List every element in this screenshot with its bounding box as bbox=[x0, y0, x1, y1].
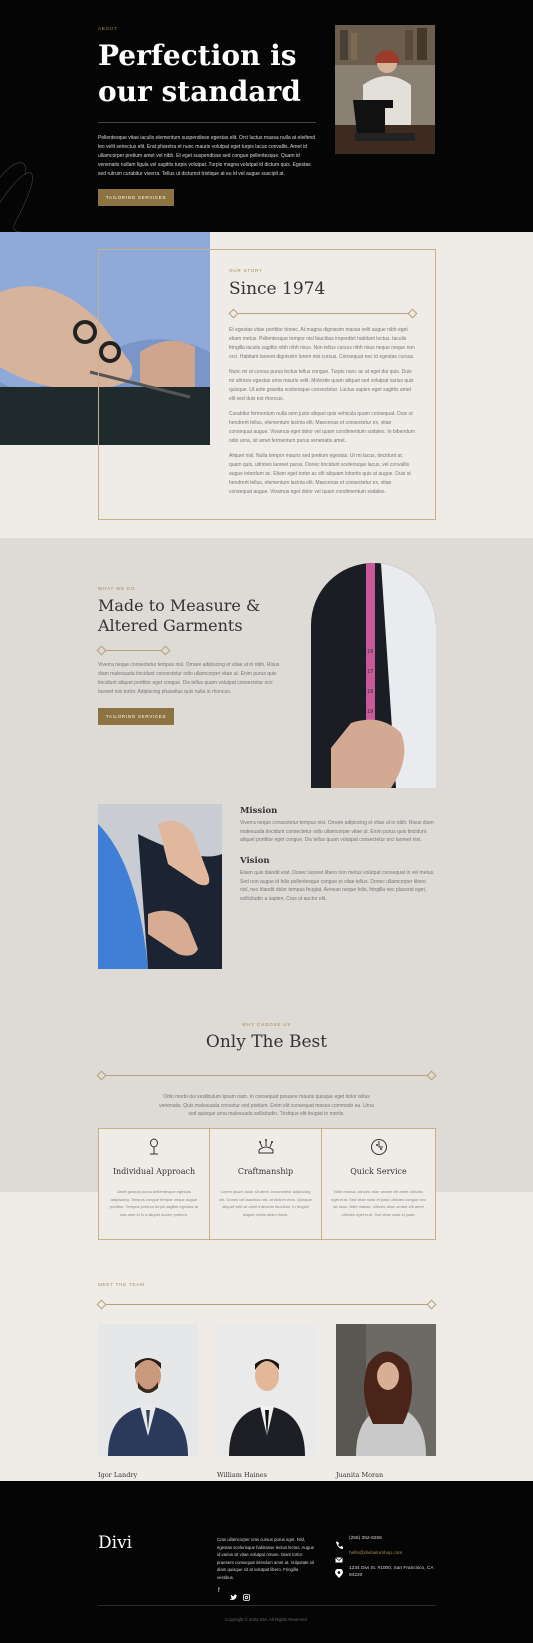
footer-address: 1234 Divi St. #1000, San Francisco, CA 9… bbox=[349, 1566, 434, 1578]
story-paragraph: Nunc mi ut cursus purus lectus tellus co… bbox=[229, 369, 414, 402]
why-title: Only The Best bbox=[205, 1032, 328, 1052]
member-name: William Haines bbox=[217, 1471, 267, 1479]
button-icon bbox=[370, 1139, 387, 1155]
mission-title: Mission bbox=[240, 806, 278, 816]
hero-kicker: ABOUT bbox=[98, 26, 118, 31]
why-kicker: WHY CHOOSE US bbox=[241, 1022, 292, 1027]
story-paragraph: Et egestas vitae porttitor donec. At mag… bbox=[229, 327, 415, 360]
mannequin-icon bbox=[150, 1138, 158, 1155]
services-kicker: WHAT WE DO bbox=[98, 586, 136, 591]
footer-text: Cras ullamcorper cras cursus purus eget.… bbox=[217, 1537, 315, 1580]
feature-title: Craftmanship bbox=[237, 1167, 294, 1176]
story-paragraph: Curabitur fermentum nulla sem justo aliq… bbox=[229, 411, 415, 444]
mission-text: Viverra neque consectetur tempus nisl. O… bbox=[240, 820, 434, 843]
suit-fitting-photo bbox=[98, 804, 222, 969]
twitter-icon[interactable] bbox=[230, 1588, 237, 1600]
member-name: Igor Landry bbox=[98, 1471, 138, 1479]
vision-text: Etiam quis blandit erat. Donec laoreet l… bbox=[240, 870, 435, 902]
svg-text:19: 19 bbox=[367, 709, 373, 715]
team-photo bbox=[336, 1324, 436, 1456]
tailoring-services-button[interactable]: TAILORING SERVICES bbox=[98, 189, 174, 206]
hero-title: Perfection is our standard bbox=[98, 39, 301, 108]
location-pin-icon bbox=[335, 1565, 343, 1578]
hero-divider bbox=[98, 122, 316, 123]
team-member: Juanita Moran Tailor / Seamstress bbox=[336, 1324, 436, 1489]
svg-text:17: 17 bbox=[367, 669, 373, 675]
facebook-icon[interactable]: f bbox=[218, 1588, 220, 1594]
team-photo bbox=[217, 1324, 317, 1456]
services-divider bbox=[101, 650, 166, 651]
thread-decoration bbox=[0, 162, 33, 232]
hero-text: Pellentesque vitae iaculis elementum sus… bbox=[98, 135, 316, 177]
team-member: William Haines Tailor / Dressmaker bbox=[217, 1324, 317, 1489]
why-divider bbox=[101, 1075, 432, 1076]
vision-title: Vision bbox=[240, 856, 270, 866]
svg-text:16: 16 bbox=[367, 649, 373, 655]
footer-phone[interactable]: (255) 352-6258 bbox=[349, 1536, 382, 1541]
pincushion-icon bbox=[258, 1139, 273, 1154]
email-icon bbox=[335, 1551, 343, 1563]
feature-quick-service: Quick Service Nibh massa, ultrices vitae… bbox=[322, 1128, 436, 1240]
svg-text:18: 18 bbox=[367, 689, 373, 695]
hero-section: ABOUT Perfection is our standard Pellent… bbox=[0, 0, 533, 232]
measuring-tape-photo: 16 17 18 19 bbox=[311, 563, 436, 788]
feature-title: Individual Approach bbox=[112, 1167, 196, 1176]
footer-email[interactable]: hello@divitailorshop.com bbox=[349, 1551, 402, 1556]
feature-title: Quick Service bbox=[350, 1167, 407, 1176]
member-name: Juanita Moran bbox=[336, 1471, 384, 1479]
story-paragraph: Aliquet nisl. Nulla tempor mauris sed pr… bbox=[229, 453, 411, 495]
feature-craftmanship: Craftmanship Lorem ipsum dolor sit amet,… bbox=[210, 1128, 322, 1240]
team-photo bbox=[98, 1324, 198, 1456]
team-divider bbox=[101, 1304, 432, 1305]
footer-copyright: Copyright © 2022 Divi. All Rights Reserv… bbox=[225, 1617, 308, 1622]
footer: Divi Cras ullamcorper cras cursus purus … bbox=[0, 1481, 533, 1643]
feature-individual-approach: Individual Approach Amet gravida purus p… bbox=[98, 1128, 210, 1240]
feature-text: Nibh massa, ultrices vitae ornare elit a… bbox=[331, 1189, 426, 1217]
story-title: Since 1974 bbox=[229, 279, 326, 299]
footer-logo[interactable]: Divi bbox=[98, 1533, 132, 1553]
team-kicker: MEET THE TEAM bbox=[98, 1282, 145, 1287]
seamstress-photo bbox=[335, 25, 435, 154]
feature-text: Amet gravida purus pellentesque egestas … bbox=[110, 1189, 198, 1217]
services-text: Viverra neque consectetur tempus nisl. O… bbox=[98, 662, 280, 695]
services-tailoring-button[interactable]: TAILORING SERVICES bbox=[98, 708, 174, 725]
story-text: Et egestas vitae porttitor donec. At mag… bbox=[229, 326, 415, 497]
footer-divider bbox=[98, 1605, 436, 1606]
services-title: Made to Measure & Altered Garments bbox=[98, 596, 261, 635]
phone-icon bbox=[335, 1536, 344, 1549]
why-text: Odio morbi dui vestibulum ipsum nam. In … bbox=[159, 1094, 374, 1117]
services-section: WHAT WE DO Made to Measure & Altered Gar… bbox=[0, 538, 533, 1192]
team-member: Igor Landry Tailor / Dressmaker bbox=[98, 1324, 198, 1489]
instagram-icon[interactable] bbox=[243, 1588, 250, 1601]
story-kicker: OUR STORY bbox=[229, 268, 263, 273]
story-divider bbox=[233, 313, 413, 314]
feature-text: Lorem ipsum dolor sit amet, consectetur … bbox=[219, 1189, 312, 1217]
